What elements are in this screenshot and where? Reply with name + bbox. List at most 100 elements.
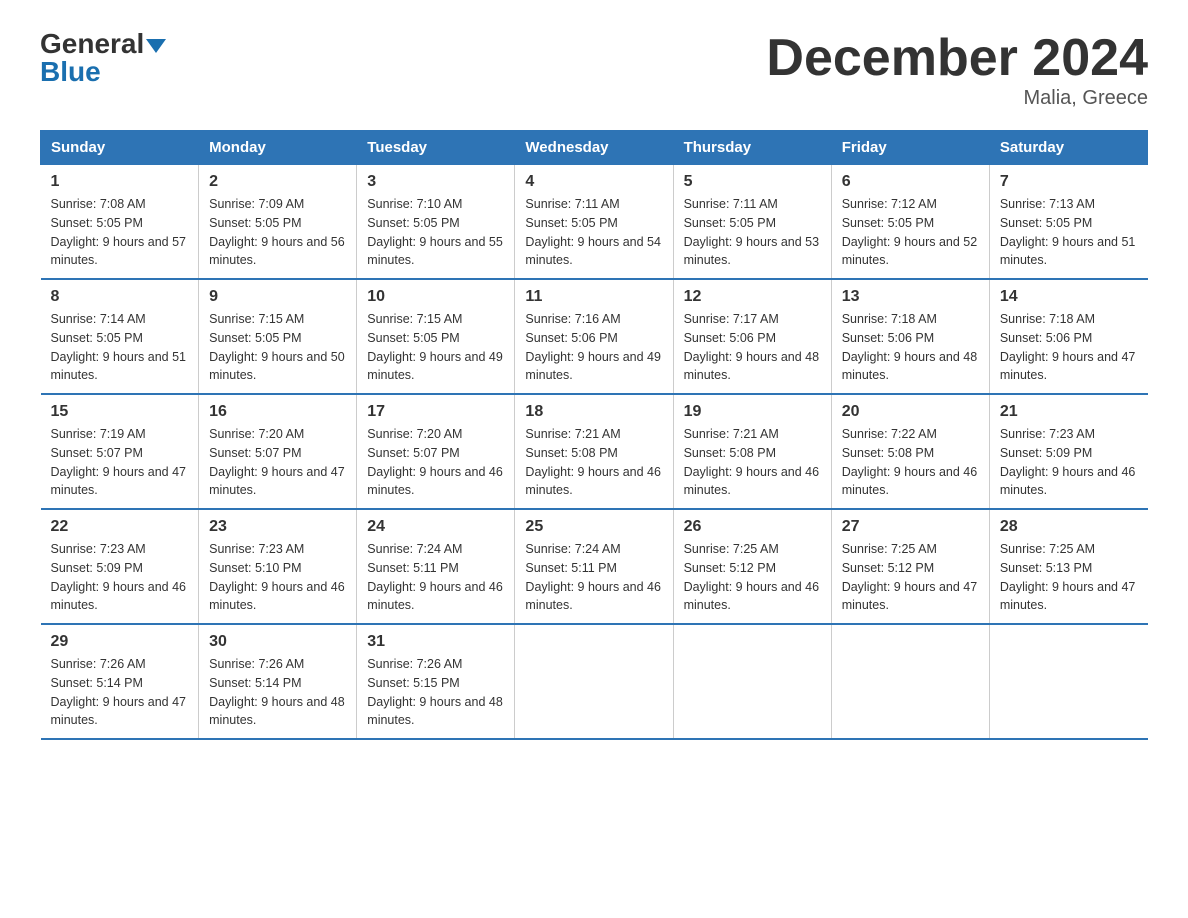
day-cell: 13 Sunrise: 7:18 AMSunset: 5:06 PMDaylig… [831, 279, 989, 394]
day-number: 29 [51, 633, 189, 651]
week-row-4: 22 Sunrise: 7:23 AMSunset: 5:09 PMDaylig… [41, 509, 1148, 624]
header-cell-tuesday: Tuesday [357, 131, 515, 165]
day-cell: 28 Sunrise: 7:25 AMSunset: 5:13 PMDaylig… [989, 509, 1147, 624]
day-number: 23 [209, 518, 346, 536]
day-cell: 7 Sunrise: 7:13 AMSunset: 5:05 PMDayligh… [989, 165, 1147, 280]
day-info: Sunrise: 7:14 AMSunset: 5:05 PMDaylight:… [51, 312, 187, 382]
day-info: Sunrise: 7:26 AMSunset: 5:15 PMDaylight:… [367, 657, 503, 727]
day-number: 16 [209, 403, 346, 421]
header-cell-friday: Friday [831, 131, 989, 165]
day-number: 5 [684, 173, 821, 191]
logo-blue: Blue [40, 58, 101, 86]
day-number: 24 [367, 518, 504, 536]
day-cell: 5 Sunrise: 7:11 AMSunset: 5:05 PMDayligh… [673, 165, 831, 280]
day-cell: 10 Sunrise: 7:15 AMSunset: 5:05 PMDaylig… [357, 279, 515, 394]
calendar-header: SundayMondayTuesdayWednesdayThursdayFrid… [41, 131, 1148, 165]
day-number: 30 [209, 633, 346, 651]
day-number: 3 [367, 173, 504, 191]
day-info: Sunrise: 7:16 AMSunset: 5:06 PMDaylight:… [525, 312, 661, 382]
day-cell: 16 Sunrise: 7:20 AMSunset: 5:07 PMDaylig… [199, 394, 357, 509]
day-info: Sunrise: 7:09 AMSunset: 5:05 PMDaylight:… [209, 197, 345, 267]
day-info: Sunrise: 7:23 AMSunset: 5:10 PMDaylight:… [209, 542, 345, 612]
day-cell: 14 Sunrise: 7:18 AMSunset: 5:06 PMDaylig… [989, 279, 1147, 394]
day-cell [831, 624, 989, 739]
header-cell-saturday: Saturday [989, 131, 1147, 165]
day-cell: 1 Sunrise: 7:08 AMSunset: 5:05 PMDayligh… [41, 165, 199, 280]
header-cell-monday: Monday [199, 131, 357, 165]
day-info: Sunrise: 7:11 AMSunset: 5:05 PMDaylight:… [684, 197, 820, 267]
day-number: 7 [1000, 173, 1138, 191]
day-info: Sunrise: 7:20 AMSunset: 5:07 PMDaylight:… [209, 427, 345, 497]
day-number: 2 [209, 173, 346, 191]
day-number: 18 [525, 403, 662, 421]
day-cell: 22 Sunrise: 7:23 AMSunset: 5:09 PMDaylig… [41, 509, 199, 624]
day-cell: 21 Sunrise: 7:23 AMSunset: 5:09 PMDaylig… [989, 394, 1147, 509]
day-cell: 17 Sunrise: 7:20 AMSunset: 5:07 PMDaylig… [357, 394, 515, 509]
day-cell [989, 624, 1147, 739]
day-number: 25 [525, 518, 662, 536]
day-info: Sunrise: 7:21 AMSunset: 5:08 PMDaylight:… [525, 427, 661, 497]
day-cell: 25 Sunrise: 7:24 AMSunset: 5:11 PMDaylig… [515, 509, 673, 624]
day-cell: 18 Sunrise: 7:21 AMSunset: 5:08 PMDaylig… [515, 394, 673, 509]
month-title: December 2024 [766, 30, 1148, 87]
day-info: Sunrise: 7:24 AMSunset: 5:11 PMDaylight:… [525, 542, 661, 612]
calendar-body: 1 Sunrise: 7:08 AMSunset: 5:05 PMDayligh… [41, 165, 1148, 740]
day-number: 6 [842, 173, 979, 191]
week-row-1: 1 Sunrise: 7:08 AMSunset: 5:05 PMDayligh… [41, 165, 1148, 280]
day-number: 27 [842, 518, 979, 536]
day-number: 10 [367, 288, 504, 306]
day-info: Sunrise: 7:08 AMSunset: 5:05 PMDaylight:… [51, 197, 187, 267]
day-info: Sunrise: 7:25 AMSunset: 5:12 PMDaylight:… [684, 542, 820, 612]
day-info: Sunrise: 7:23 AMSunset: 5:09 PMDaylight:… [51, 542, 187, 612]
day-cell: 24 Sunrise: 7:24 AMSunset: 5:11 PMDaylig… [357, 509, 515, 624]
week-row-5: 29 Sunrise: 7:26 AMSunset: 5:14 PMDaylig… [41, 624, 1148, 739]
day-info: Sunrise: 7:18 AMSunset: 5:06 PMDaylight:… [1000, 312, 1136, 382]
day-cell: 19 Sunrise: 7:21 AMSunset: 5:08 PMDaylig… [673, 394, 831, 509]
location: Malia, Greece [766, 87, 1148, 110]
logo-general: General [40, 30, 166, 58]
page-header: General Blue December 2024 Malia, Greece [40, 30, 1148, 110]
day-info: Sunrise: 7:15 AMSunset: 5:05 PMDaylight:… [209, 312, 345, 382]
day-cell: 27 Sunrise: 7:25 AMSunset: 5:12 PMDaylig… [831, 509, 989, 624]
day-number: 1 [51, 173, 189, 191]
day-number: 13 [842, 288, 979, 306]
day-cell: 20 Sunrise: 7:22 AMSunset: 5:08 PMDaylig… [831, 394, 989, 509]
day-number: 21 [1000, 403, 1138, 421]
day-info: Sunrise: 7:18 AMSunset: 5:06 PMDaylight:… [842, 312, 978, 382]
day-cell: 15 Sunrise: 7:19 AMSunset: 5:07 PMDaylig… [41, 394, 199, 509]
day-number: 17 [367, 403, 504, 421]
calendar-table: SundayMondayTuesdayWednesdayThursdayFrid… [40, 130, 1148, 740]
day-cell: 31 Sunrise: 7:26 AMSunset: 5:15 PMDaylig… [357, 624, 515, 739]
day-info: Sunrise: 7:25 AMSunset: 5:13 PMDaylight:… [1000, 542, 1136, 612]
day-number: 31 [367, 633, 504, 651]
day-info: Sunrise: 7:24 AMSunset: 5:11 PMDaylight:… [367, 542, 503, 612]
day-number: 14 [1000, 288, 1138, 306]
day-info: Sunrise: 7:10 AMSunset: 5:05 PMDaylight:… [367, 197, 503, 267]
day-number: 8 [51, 288, 189, 306]
day-info: Sunrise: 7:22 AMSunset: 5:08 PMDaylight:… [842, 427, 978, 497]
week-row-3: 15 Sunrise: 7:19 AMSunset: 5:07 PMDaylig… [41, 394, 1148, 509]
day-info: Sunrise: 7:13 AMSunset: 5:05 PMDaylight:… [1000, 197, 1136, 267]
day-info: Sunrise: 7:19 AMSunset: 5:07 PMDaylight:… [51, 427, 187, 497]
day-info: Sunrise: 7:26 AMSunset: 5:14 PMDaylight:… [209, 657, 345, 727]
day-info: Sunrise: 7:25 AMSunset: 5:12 PMDaylight:… [842, 542, 978, 612]
day-cell: 9 Sunrise: 7:15 AMSunset: 5:05 PMDayligh… [199, 279, 357, 394]
day-cell: 8 Sunrise: 7:14 AMSunset: 5:05 PMDayligh… [41, 279, 199, 394]
day-info: Sunrise: 7:23 AMSunset: 5:09 PMDaylight:… [1000, 427, 1136, 497]
day-cell [673, 624, 831, 739]
logo: General Blue [40, 30, 166, 86]
day-cell: 29 Sunrise: 7:26 AMSunset: 5:14 PMDaylig… [41, 624, 199, 739]
day-cell: 30 Sunrise: 7:26 AMSunset: 5:14 PMDaylig… [199, 624, 357, 739]
day-cell: 11 Sunrise: 7:16 AMSunset: 5:06 PMDaylig… [515, 279, 673, 394]
day-number: 26 [684, 518, 821, 536]
day-number: 12 [684, 288, 821, 306]
day-number: 19 [684, 403, 821, 421]
day-number: 28 [1000, 518, 1138, 536]
day-cell [515, 624, 673, 739]
day-number: 4 [525, 173, 662, 191]
day-info: Sunrise: 7:26 AMSunset: 5:14 PMDaylight:… [51, 657, 187, 727]
day-cell: 6 Sunrise: 7:12 AMSunset: 5:05 PMDayligh… [831, 165, 989, 280]
day-cell: 26 Sunrise: 7:25 AMSunset: 5:12 PMDaylig… [673, 509, 831, 624]
header-row: SundayMondayTuesdayWednesdayThursdayFrid… [41, 131, 1148, 165]
day-info: Sunrise: 7:21 AMSunset: 5:08 PMDaylight:… [684, 427, 820, 497]
